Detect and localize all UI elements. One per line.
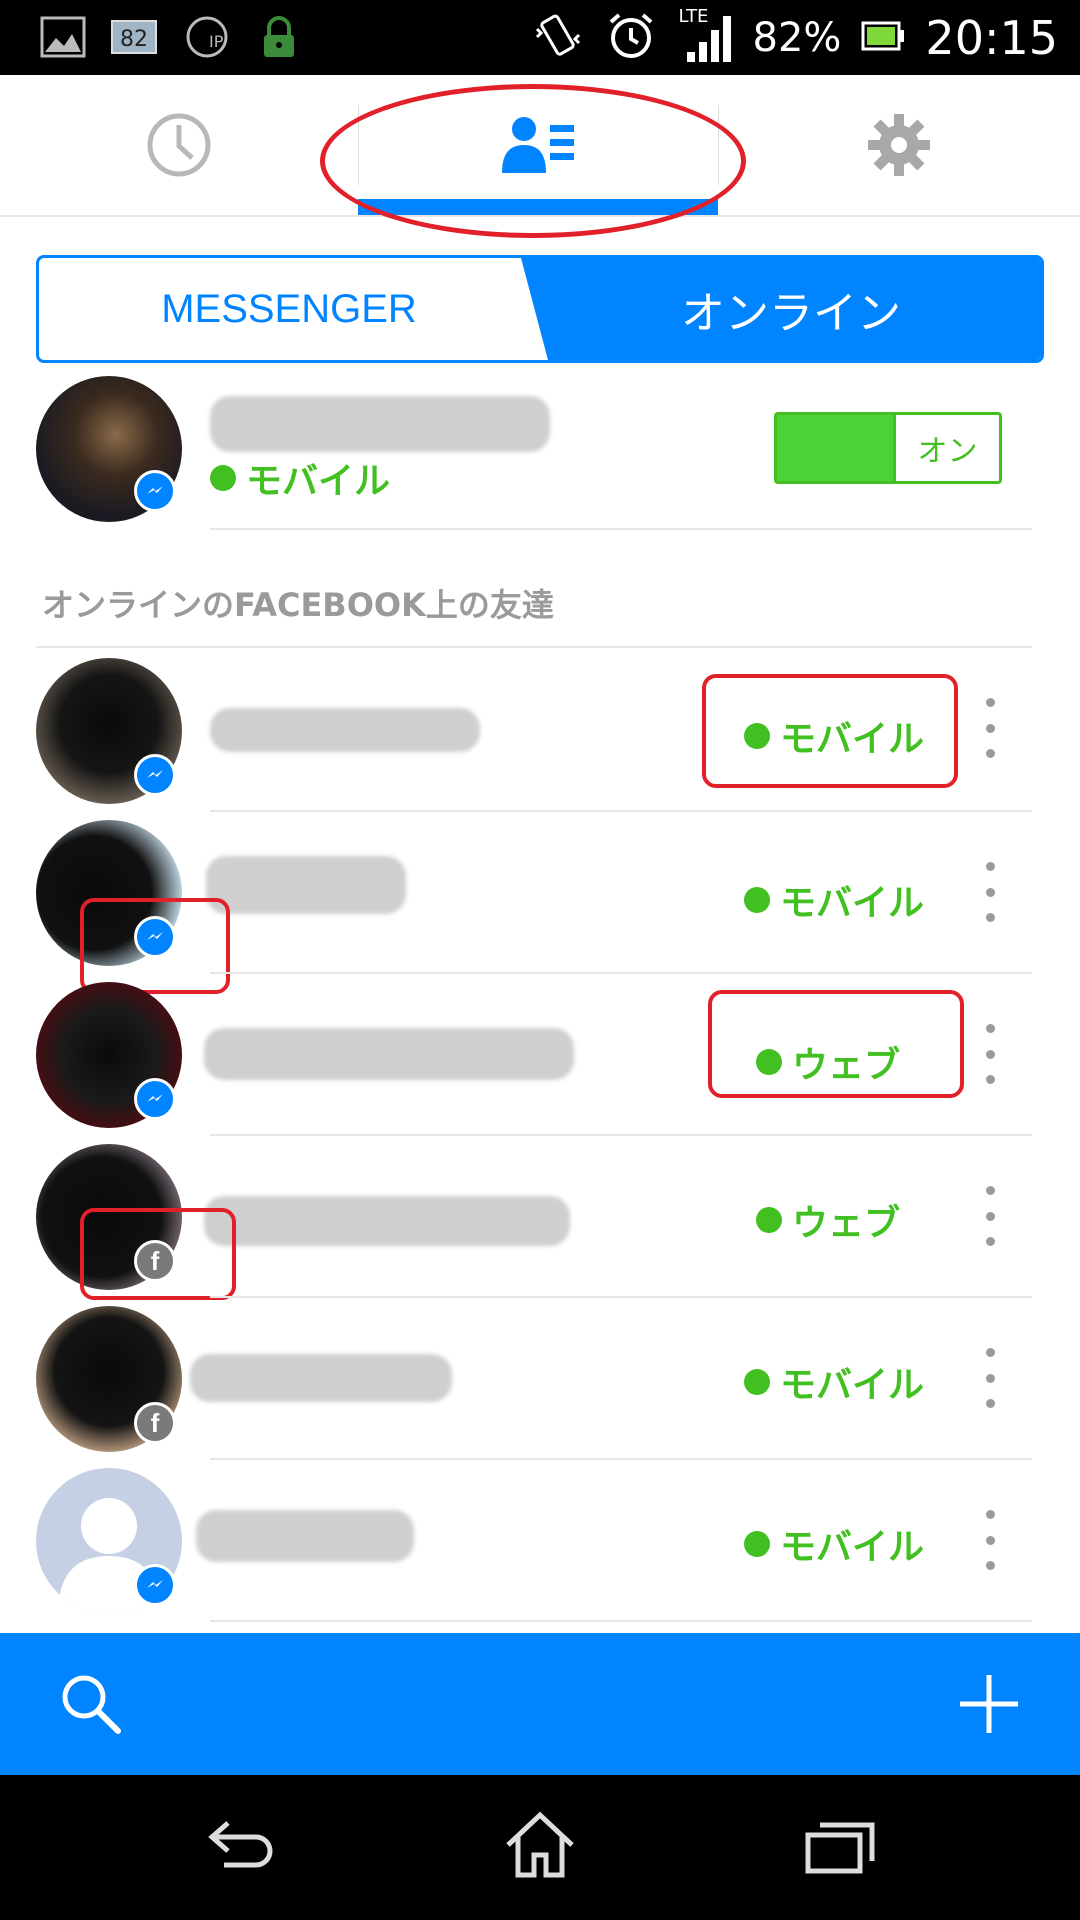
redacted-name [210, 708, 480, 752]
online-dot [744, 887, 770, 913]
recents-icon [805, 1822, 875, 1874]
messenger-badge [134, 1078, 176, 1120]
friend-status: モバイル [744, 1518, 924, 1570]
alarm-icon [605, 10, 657, 66]
redacted-name [190, 1354, 452, 1402]
segment-messenger[interactable]: MESSENGER [39, 258, 539, 360]
notification-badge: 82 [120, 27, 148, 52]
bottom-action-bar [0, 1633, 1080, 1775]
friend-status: モバイル [744, 874, 924, 926]
online-dot [210, 465, 236, 491]
friend-status-label: モバイル [780, 1527, 925, 1568]
toggle-label: オン [893, 415, 999, 481]
messenger-icon [147, 486, 163, 494]
clock-time: 20:15 [925, 11, 1058, 65]
messenger-badge [134, 1564, 176, 1606]
home-button[interactable] [504, 1811, 576, 1883]
more-menu-icon[interactable] [980, 1348, 1000, 1408]
segmented-control: MESSENGER オンライン [36, 255, 1044, 363]
divider [210, 528, 1032, 530]
online-dot [756, 1207, 782, 1233]
annotation-ellipse [320, 84, 746, 238]
redacted-name [204, 1196, 570, 1246]
redacted-name [204, 1028, 574, 1080]
recents-button[interactable] [804, 1819, 876, 1879]
back-button[interactable] [204, 1817, 276, 1879]
friend-status: モバイル [744, 1356, 924, 1408]
my-status-label: モバイル [246, 461, 391, 502]
friend-row[interactable]: モバイル [0, 1460, 1080, 1622]
online-toggle[interactable]: オン [774, 412, 1002, 484]
my-status: モバイル [210, 452, 390, 504]
search-icon [62, 1675, 121, 1734]
signal-icon: LTE [677, 6, 733, 66]
friend-status: ウェブ [756, 1194, 900, 1246]
redacted-name [210, 396, 550, 452]
online-dot [744, 1369, 770, 1395]
back-icon [208, 1821, 273, 1868]
more-menu-icon[interactable] [980, 1024, 1000, 1084]
home-icon [506, 1811, 574, 1878]
image-icon [38, 14, 88, 60]
gear-icon [868, 114, 930, 176]
svg-text:IP: IP [209, 32, 224, 51]
annotation-box [80, 1208, 236, 1300]
messenger-icon [147, 1580, 163, 1588]
vibrate-icon [531, 9, 585, 67]
redacted-name [206, 856, 406, 914]
section-header: オンラインのFACEBOOK上の友達 [42, 586, 554, 624]
battery-icon [861, 19, 905, 57]
toggle-fill [777, 415, 893, 481]
tab-recent[interactable] [0, 75, 358, 215]
clock-icon [147, 113, 211, 177]
add-button[interactable] [956, 1671, 1022, 1741]
messenger-icon [147, 1094, 163, 1102]
friend-row[interactable]: f モバイル [0, 1298, 1080, 1460]
friend-status-label: モバイル [780, 1365, 925, 1406]
friend-status-label: ウェブ [792, 1203, 901, 1244]
messenger-icon [147, 770, 163, 778]
more-menu-icon[interactable] [980, 698, 1000, 758]
segment-online[interactable]: オンライン [521, 258, 1041, 360]
divider [210, 1620, 1032, 1622]
facebook-badge: f [134, 1402, 176, 1444]
status-bar: 82 IP LTE 82% 20:15 [0, 0, 1080, 75]
system-nav-bar [0, 1775, 1080, 1920]
annotation-box [702, 674, 958, 788]
battery-percent: 82% [752, 15, 842, 61]
search-button[interactable] [58, 1671, 124, 1741]
ip-phone-icon: IP [182, 14, 232, 60]
more-menu-icon[interactable] [980, 1510, 1000, 1570]
messenger-badge [134, 754, 176, 796]
online-dot [744, 1531, 770, 1557]
annotation-box [708, 990, 964, 1098]
plus-icon [960, 1675, 1018, 1733]
more-menu-icon[interactable] [980, 862, 1000, 922]
lock-icon [254, 14, 304, 60]
facebook-icon: f [150, 1407, 160, 1438]
tab-settings[interactable] [718, 75, 1080, 215]
friend-status-label: モバイル [780, 883, 925, 924]
redacted-name [196, 1510, 414, 1562]
more-menu-icon[interactable] [980, 1186, 1000, 1246]
battery-temp-icon: 82 [110, 14, 160, 60]
messenger-badge [134, 470, 176, 512]
